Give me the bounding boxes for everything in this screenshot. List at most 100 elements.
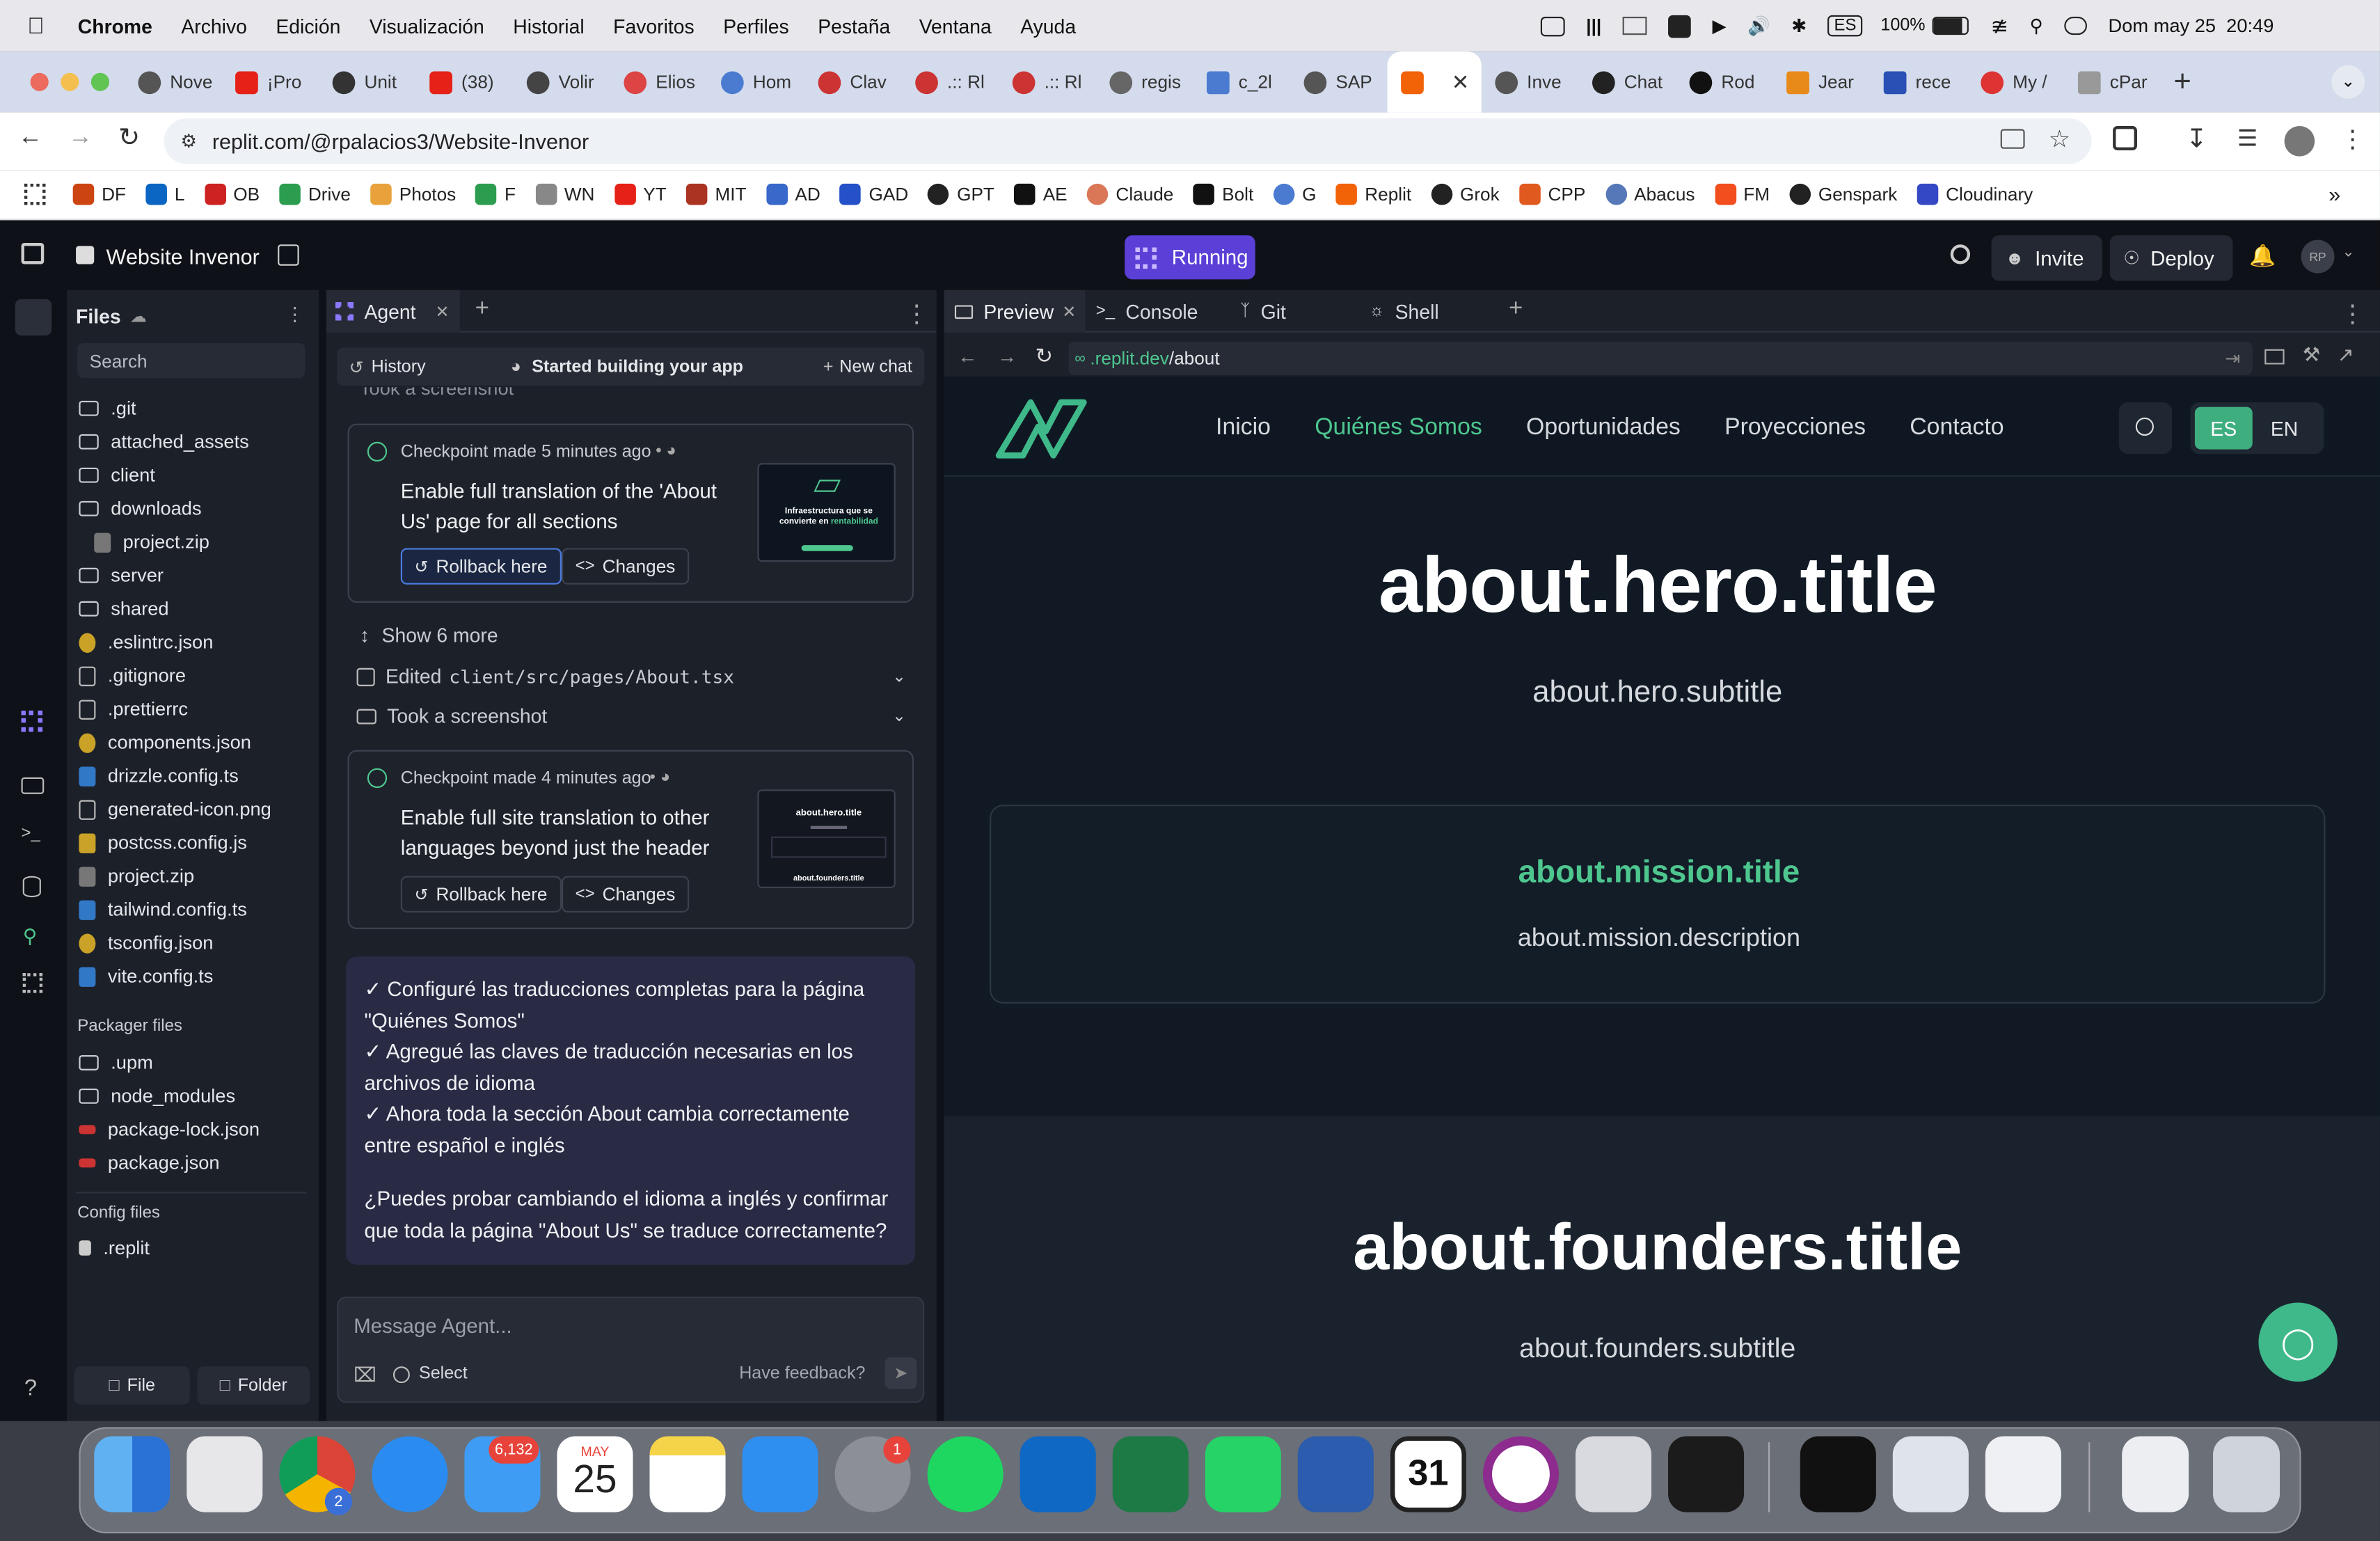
device-icon[interactable] [2264,349,2285,365]
finder-icon[interactable] [94,1436,170,1512]
send-button[interactable]: ➤ [884,1357,917,1389]
project-info-icon[interactable] [278,244,299,266]
bookmark[interactable]: Photos [370,183,456,205]
file-search-input[interactable]: Search [77,342,306,379]
browser-tab[interactable]: cPar [2064,52,2161,112]
outlook-icon[interactable] [1020,1436,1096,1512]
home-icon[interactable] [21,243,45,264]
minimize-window-icon[interactable] [61,72,79,91]
bookmark[interactable]: Bolt [1193,183,1253,205]
file-tree-item[interactable]: generated-icon.png [67,793,319,826]
tab-search-icon[interactable]: ⌄ [2331,65,2365,99]
webex-icon[interactable] [1800,1436,1876,1512]
devtools-icon[interactable]: ⚒ [2303,343,2320,368]
tab-git[interactable]: ᛉ Git [1240,290,1286,333]
bookmark[interactable]: WN [535,183,594,205]
spotlight-icon[interactable]: ⚲ [2030,15,2043,37]
whatsapp-icon[interactable] [1205,1436,1281,1512]
more-bookmarks-icon[interactable]: » [2329,182,2340,207]
file-tree-item[interactable]: vite.config.ts [67,960,319,993]
message-input[interactable]: Message Agent... ⌧ Select Have feedback?… [337,1296,925,1403]
battery-icon[interactable] [1933,16,1969,35]
url-text[interactable]: replit.com/@rpalacios3/Website-Invenor [212,129,589,153]
back-icon[interactable]: ← [18,125,42,152]
preview-reload-icon[interactable]: ↻ [1036,343,1054,369]
bookmark[interactable]: YT [614,183,667,205]
menu-perfiles[interactable]: Perfiles [723,15,789,38]
close-tab-icon[interactable]: ✕ [435,301,449,321]
preview-app-icon[interactable] [1892,1436,1969,1512]
file-tree-item[interactable]: downloads [67,492,319,525]
project-name[interactable]: Website Invenor [106,244,260,269]
close-tab-icon[interactable]: ✕ [1452,69,1470,95]
browser-tab[interactable]: ¡Pro [221,52,319,112]
nav-quienes-somos[interactable]: Quiénes Somos [1315,414,1482,441]
bookmark[interactable]: FM [1714,183,1770,205]
bookmark[interactable]: GAD [840,183,908,205]
screen-icon[interactable] [1622,16,1647,35]
launchpad-icon[interactable] [187,1436,263,1512]
new-folder-button[interactable]: □ Folder [197,1366,310,1405]
bookmark[interactable]: F [475,183,516,205]
browser-tab[interactable]: .:: Rl [902,52,999,112]
feedback-link[interactable]: Have feedback? [739,1365,865,1383]
bookmark[interactable]: Drive [279,183,351,205]
rollback-button[interactable]: ↺ Rollback here [400,876,562,912]
menu-ventana[interactable]: Ventana [919,15,992,38]
rollback-button[interactable]: ↺ Rollback here [400,548,562,585]
bookmark[interactable]: MIT [686,183,747,205]
tab-agent[interactable]: Agent ✕ [326,290,460,333]
forward-icon[interactable]: → [68,125,93,152]
menu-archivo[interactable]: Archivo [181,15,247,38]
close-tab-icon[interactable]: ✕ [1062,301,1076,321]
volume-icon[interactable]: 🔊 [1747,15,1770,37]
browser-tab[interactable]: Rod [1676,52,1773,112]
file-tree-item[interactable]: postcss.config.js [67,826,319,860]
menu-pestana[interactable]: Pestaña [818,15,890,38]
bookmark[interactable]: Replit [1335,183,1411,205]
run-status-button[interactable]: Running [1125,235,1255,280]
notes-icon[interactable] [649,1436,726,1512]
nav-contacto[interactable]: Contacto [1910,414,2004,441]
tab-shell[interactable]: ☼ Shell [1369,290,1438,333]
file-tree-item[interactable]: package.json [67,1146,319,1180]
calendar-icon[interactable]: MAY 25 [557,1436,633,1512]
files-menu-icon[interactable]: ⋮ [285,302,304,325]
browser-tab[interactable]: (38) [416,52,514,112]
changes-button[interactable]: <> Changes [562,548,690,585]
add-tab-icon[interactable]: + [475,296,489,323]
file-tree-item[interactable]: package-lock.json [67,1113,319,1146]
extensions-icon[interactable] [2113,126,2137,150]
select-element-button[interactable]: Select [392,1365,468,1383]
file-tree-item[interactable]: components.json [67,726,319,759]
agent-menu-icon[interactable]: ⋮ [905,299,929,330]
input-lang[interactable]: ES [1827,15,1863,37]
close-window-icon[interactable] [30,72,49,91]
history-button[interactable]: ↺ History [349,356,426,377]
app-icon[interactable] [1985,1436,2061,1512]
bookmark[interactable]: OB [204,183,260,205]
file-tree-item[interactable]: server [67,559,319,592]
preview-forward-icon[interactable]: → [997,345,1017,368]
tab-console[interactable]: >_ Console [1096,290,1198,333]
media-icon[interactable]: ☰ [2237,125,2258,152]
status-icon-2[interactable] [1668,14,1691,38]
user-avatar[interactable]: RP [2301,239,2335,274]
menu-favoritos[interactable]: Favoritos [613,15,695,38]
chat-bubble-button[interactable]: ◯ [2258,1302,2338,1382]
bookmark[interactable]: Cloudinary [1917,183,2033,205]
menu-visualizacion[interactable]: Visualización [370,15,484,38]
file-tree-item[interactable]: .eslintrc.json [67,626,319,659]
edited-file-row[interactable]: Edited client/src/pages/About.tsx ⌄ [356,665,906,688]
deploy-button[interactable]: ☉ Deploy [2109,235,2233,281]
browser-tab[interactable]: c_2l [1193,52,1290,112]
search-icon[interactable] [1950,244,1971,264]
nav-oportunidades[interactable]: Oportunidades [1526,414,1681,441]
bookmark[interactable]: AD [765,183,820,205]
nav-proyecciones[interactable]: Proyecciones [1724,414,1866,441]
file-tree-item[interactable]: tsconfig.json [67,926,319,960]
app-icon[interactable] [1668,1436,1745,1512]
show-more-button[interactable]: ↕ Show 6 more [360,624,498,647]
preview-back-icon[interactable]: ← [958,345,977,368]
bookmark-star-icon[interactable]: ☆ [2049,125,2070,155]
